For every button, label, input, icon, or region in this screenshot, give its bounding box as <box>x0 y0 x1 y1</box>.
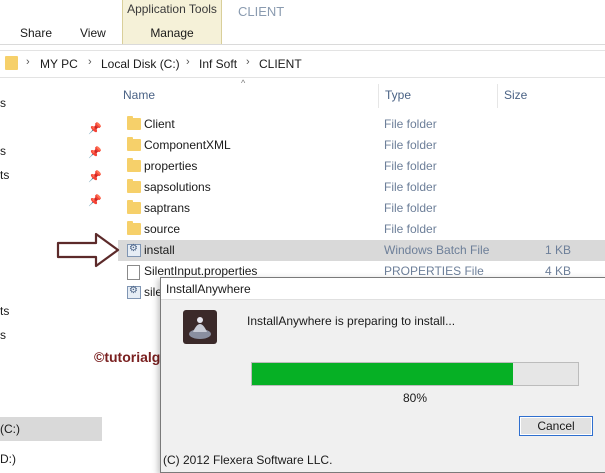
file-row[interactable]: source File folder <box>118 219 605 240</box>
pin-icon[interactable]: 📌 <box>88 122 102 135</box>
nav-item[interactable]: s <box>0 144 6 158</box>
sort-ascending-icon: ^ <box>241 78 246 88</box>
tab-manage[interactable]: Manage <box>123 26 221 40</box>
pin-icon[interactable]: 📌 <box>88 194 102 207</box>
navigation-pane[interactable]: s s ts ts s (C:) D:) 📌 📌 📌 📌 <box>0 80 102 471</box>
nav-item[interactable]: ts <box>0 304 9 318</box>
file-type: Windows Batch File <box>384 243 490 257</box>
folder-icon <box>127 221 141 235</box>
file-icon <box>127 265 140 280</box>
breadcrumb-inf-soft[interactable]: Inf Soft <box>199 57 237 71</box>
chevron-right-icon: › <box>246 56 250 68</box>
folder-icon <box>127 200 141 214</box>
chevron-right-icon: › <box>26 56 30 68</box>
file-row[interactable]: Client File folder <box>118 114 605 135</box>
cancel-button[interactable]: Cancel <box>519 416 593 436</box>
pin-icon[interactable]: 📌 <box>88 170 102 183</box>
dialog-titlebar[interactable]: InstallAnywhere <box>161 278 605 300</box>
folder-icon <box>127 179 141 193</box>
file-type: File folder <box>384 117 437 131</box>
file-name: ComponentXML <box>144 138 231 152</box>
nav-item[interactable]: ts <box>0 168 9 182</box>
nav-item-local-disk[interactable]: (C:) <box>0 422 20 436</box>
file-type: File folder <box>384 159 437 173</box>
nav-item[interactable]: s <box>0 328 6 342</box>
contextual-tab-group: Application Tools Manage <box>122 0 222 44</box>
file-name: install <box>144 243 175 257</box>
nav-item-selected[interactable]: (C:) <box>0 417 102 441</box>
ribbon: Share View <box>0 0 605 45</box>
contextual-group-label: Application Tools <box>127 2 217 16</box>
file-size: 4 KB <box>544 264 571 278</box>
progress-percent: 80% <box>402 391 428 405</box>
window-title: CLIENT <box>238 4 285 19</box>
file-type: File folder <box>384 180 437 194</box>
file-type: File folder <box>384 138 437 152</box>
file-name: properties <box>144 159 198 173</box>
folder-icon <box>127 137 141 151</box>
column-divider[interactable] <box>497 84 498 108</box>
file-row[interactable]: saptrans File folder <box>118 198 605 219</box>
column-divider[interactable] <box>378 84 379 108</box>
dialog-title: InstallAnywhere <box>166 282 251 296</box>
batch-file-icon <box>127 243 141 257</box>
chevron-right-icon: › <box>186 56 190 68</box>
progress-fill <box>252 363 513 385</box>
tab-view[interactable]: View <box>80 26 106 40</box>
file-type: File folder <box>384 201 437 215</box>
breadcrumb-local-disk[interactable]: Local Disk (C:) <box>101 57 180 71</box>
file-type: PROPERTIES File <box>384 264 484 278</box>
file-size: 1 KB <box>544 243 571 257</box>
file-name: SilentInput.properties <box>144 264 258 278</box>
folder-icon <box>5 56 18 70</box>
pointer-arrow-icon <box>56 232 120 268</box>
folder-icon <box>127 158 141 172</box>
file-name: saptrans <box>144 201 191 215</box>
chevron-right-icon: › <box>88 56 92 68</box>
install-dialog: InstallAnywhere InstallAnywhere is prepa… <box>160 277 605 473</box>
dialog-message: InstallAnywhere is preparing to install.… <box>247 314 456 328</box>
copyright-text: (C) 2012 Flexera Software LLC. <box>163 453 333 467</box>
file-name: sapsolutions <box>144 180 211 194</box>
file-row[interactable]: sapsolutions File folder <box>118 177 605 198</box>
file-row-selected[interactable]: install Windows Batch File 1 KB <box>118 240 605 261</box>
column-header-type[interactable]: Type <box>385 88 411 102</box>
address-bar[interactable]: › MY PC › Local Disk (C:) › Inf Soft › C… <box>0 50 605 78</box>
column-header-size[interactable]: Size <box>504 88 527 102</box>
file-name: source <box>144 222 181 236</box>
installer-icon <box>183 310 217 344</box>
nav-item[interactable]: s <box>0 96 6 110</box>
batch-file-icon <box>127 285 141 299</box>
pin-icon[interactable]: 📌 <box>88 146 102 159</box>
progress-bar <box>251 362 579 386</box>
column-header-name[interactable]: Name <box>123 88 155 102</box>
file-name: Client <box>144 117 175 131</box>
tab-share[interactable]: Share <box>20 26 52 40</box>
file-type: File folder <box>384 222 437 236</box>
file-row[interactable]: ComponentXML File folder <box>118 135 605 156</box>
folder-icon <box>127 116 141 130</box>
breadcrumb-my-pc[interactable]: MY PC <box>40 57 78 71</box>
breadcrumb-client[interactable]: CLIENT <box>259 57 302 71</box>
file-row[interactable]: properties File folder <box>118 156 605 177</box>
nav-item[interactable]: D:) <box>0 452 16 466</box>
